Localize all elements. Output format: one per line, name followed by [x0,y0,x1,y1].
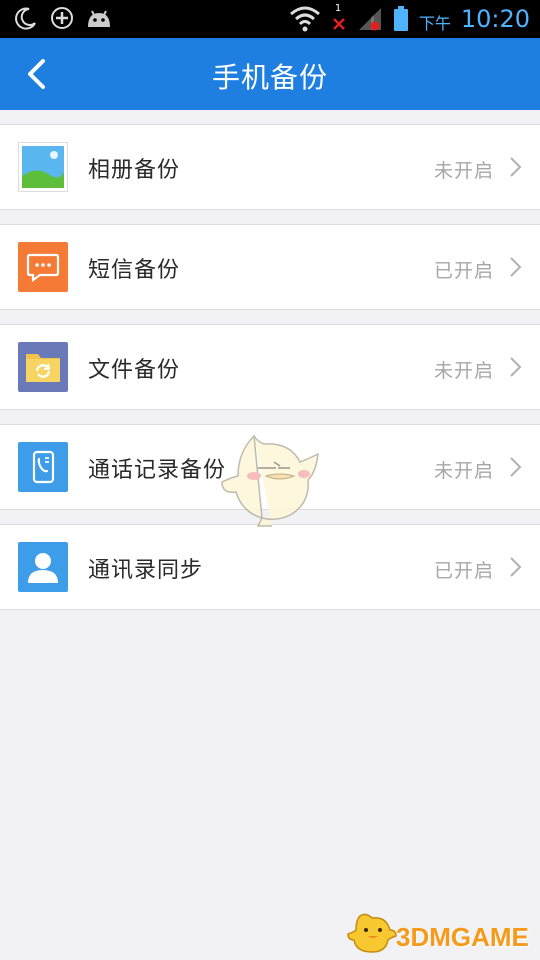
watermark-text: 3DMGAME [396,922,529,952]
chevron-right-icon [510,557,522,577]
backup-list: 相册备份 未开启 短信备份 已开启 文件备份 未开启 通话记录备份 未开启 通讯… [0,124,540,624]
sms-icon [18,242,68,292]
page-title: 手机备份 [211,61,328,94]
item-status: 未开启 [433,160,494,182]
item-label: 通讯录同步 [88,558,204,583]
wifi-icon [289,6,320,32]
call-log-icon [18,442,68,492]
list-item-photo-backup[interactable]: 相册备份 未开启 [0,124,540,210]
list-item-file-backup[interactable]: 文件备份 未开启 [0,324,540,410]
folder-sync-icon [18,342,68,392]
item-status: 已开启 [433,560,494,582]
chevron-right-icon [510,257,522,277]
status-time: 10:20 [460,5,530,33]
item-label: 通话记录备份 [88,458,227,483]
list-item-sms-backup[interactable]: 短信备份 已开启 [0,224,540,310]
item-label: 短信备份 [88,258,181,283]
signal-bars-icon [358,8,381,31]
moon-icon [15,7,36,30]
mascot-watermark-icon [221,434,319,527]
close-x-icon [332,18,345,30]
chevron-right-icon [510,157,522,177]
chevron-right-icon [510,357,522,377]
status-bar: 1 下午 10:20 [0,0,540,38]
chick-logo-icon [347,913,397,953]
contact-icon [18,542,68,592]
item-status: 未开启 [433,460,494,482]
item-label: 相册备份 [88,158,181,183]
status-right-icons: 1 下午 10:20 [289,3,530,34]
status-ampm: 下午 [418,14,451,33]
list-item-contacts-sync[interactable]: 通讯录同步 已开启 [0,524,540,610]
item-label: 文件备份 [88,358,181,383]
add-circle-icon [51,7,73,29]
signal-badge: 1 [334,3,342,14]
battery-icon [393,6,408,31]
site-watermark: 3DMGAME [346,910,536,958]
item-status: 已开启 [433,260,494,282]
status-left-icons [14,6,112,30]
app-bar: 手机备份 [0,38,540,110]
no-signal-indicator: 1 [331,3,347,33]
item-status: 未开启 [433,360,494,382]
android-icon [88,10,110,27]
chevron-right-icon [510,457,522,477]
photo-album-icon [18,142,68,192]
